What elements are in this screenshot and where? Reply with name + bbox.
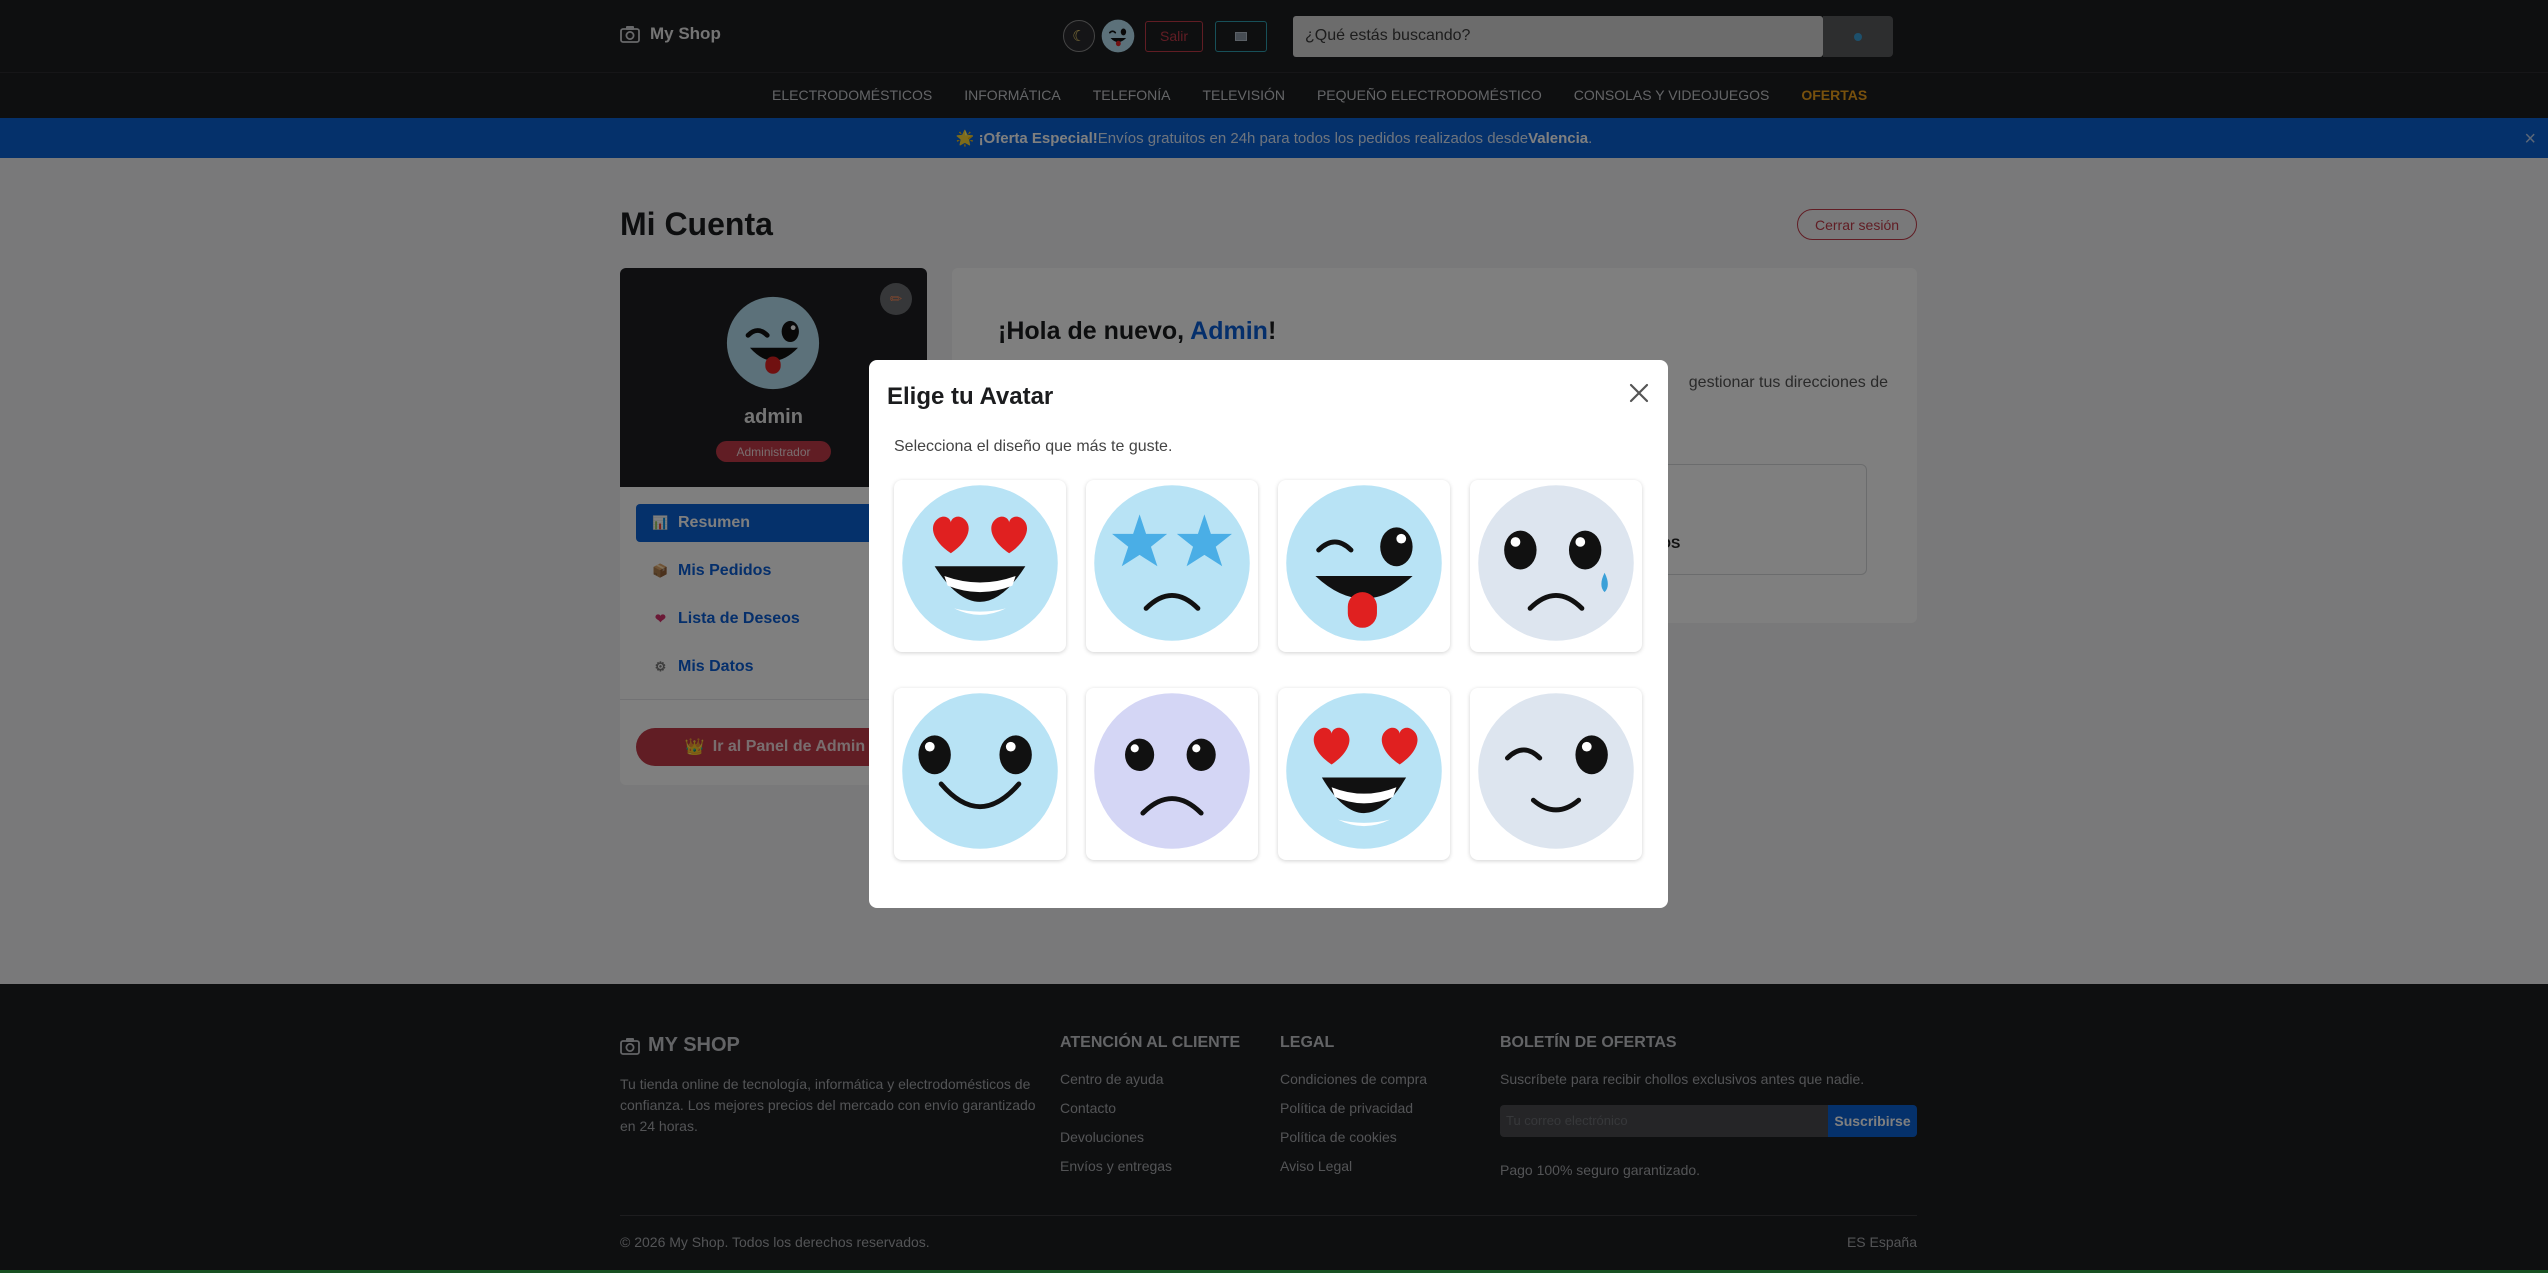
modal-subtitle: Selecciona el diseño que más te guste. [894, 438, 1173, 455]
avatar-option-tear[interactable] [1470, 480, 1642, 652]
heart-eyes-face-icon [902, 485, 1058, 641]
avatar-option-heart-eyes-2[interactable] [1278, 688, 1450, 860]
avatar-option-frown[interactable] [1086, 688, 1258, 860]
frown-face-icon [1094, 693, 1250, 849]
avatar-option-star-eyes[interactable] [1086, 480, 1258, 652]
close-icon[interactable] [1626, 380, 1652, 406]
heart-eyes-face-icon [1286, 693, 1442, 849]
smile-face-icon [902, 693, 1058, 849]
wink-smile-face-icon [1478, 693, 1634, 849]
wink-tongue-face-icon [1286, 485, 1442, 641]
avatar-modal: Elige tu Avatar Selecciona el diseño que… [869, 360, 1668, 908]
avatar-option-smile[interactable] [894, 688, 1066, 860]
modal-title: Elige tu Avatar [887, 383, 1054, 410]
avatar-option-wink-tongue[interactable] [1278, 480, 1450, 652]
star-eyes-face-icon [1094, 485, 1250, 641]
crying-face-icon [1478, 485, 1634, 641]
avatar-option-wink-smile[interactable] [1470, 688, 1642, 860]
avatar-option-heart-eyes[interactable] [894, 480, 1066, 652]
